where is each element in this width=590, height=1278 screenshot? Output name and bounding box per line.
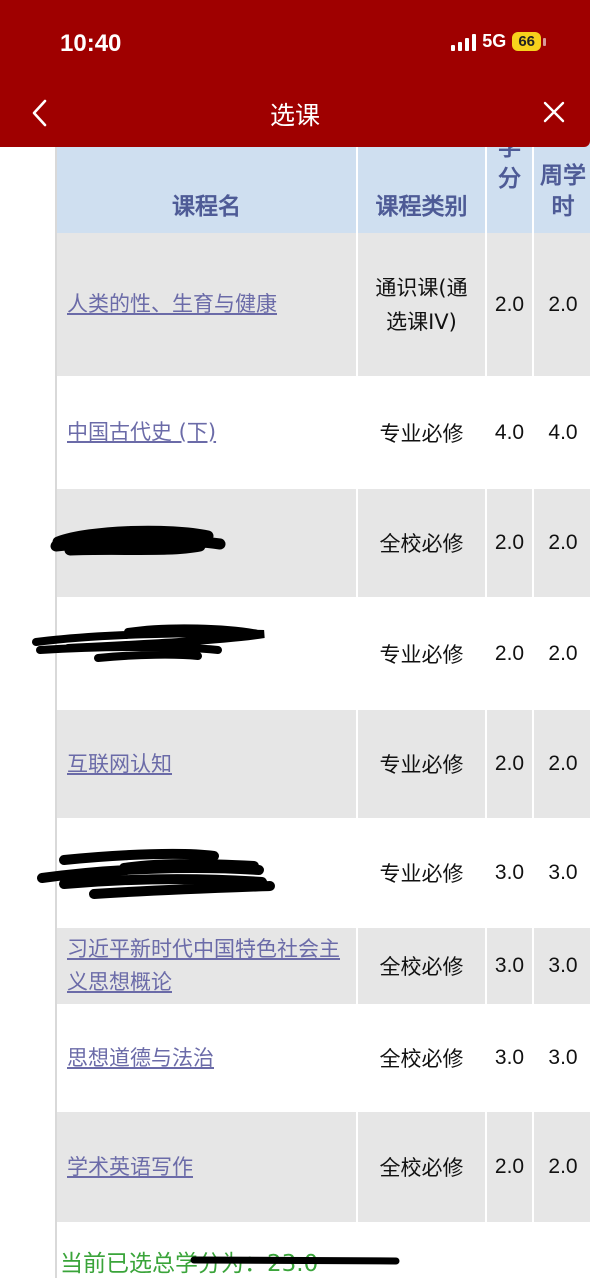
table-row-4-name xyxy=(57,600,356,707)
table-row-5-name: 互联网认知 xyxy=(57,710,356,818)
table-row-1-hours: 2.0 xyxy=(534,233,590,376)
table-row-3-name xyxy=(57,489,356,597)
total-credits-text: 当前已选总学分为：23.0 xyxy=(60,1251,319,1277)
table-row-8-name: 思想道德与法治 xyxy=(57,1007,356,1109)
table-row-6-category: 专业必修 xyxy=(358,821,485,925)
table-row-5-credits: 2.0 xyxy=(487,710,532,818)
table-row-3-credits: 2.0 xyxy=(487,489,532,597)
table-row-6-hours: 3.0 xyxy=(534,821,590,925)
table-row-3-category: 全校必修 xyxy=(358,489,485,597)
table-row-7-hours: 3.0 xyxy=(534,928,590,1004)
status-time: 10:40 xyxy=(60,30,122,57)
table-row-4-hours: 2.0 xyxy=(534,600,590,707)
table-row-2-hours: 4.0 xyxy=(534,379,590,486)
table-row-4-category: 专业必修 xyxy=(358,600,485,707)
table-row-1-credits: 2.0 xyxy=(487,233,532,376)
table-row-7-category: 全校必修 xyxy=(358,928,485,1004)
course-table: 课程名 课程类别 学分 周学时 人类的性、生育与健康 通识课(通选课IV) 2.… xyxy=(57,0,590,1222)
table-row-2-credits: 4.0 xyxy=(487,379,532,486)
table-row-8-credits: 3.0 xyxy=(487,1007,532,1109)
app-header: 10:40 5G 66 选课 xyxy=(0,0,590,147)
signal-icon xyxy=(451,33,477,51)
table-row-5-hours: 2.0 xyxy=(534,710,590,818)
table-row-9-credits: 2.0 xyxy=(487,1112,532,1222)
course-link[interactable]: 中国古代史 (下) xyxy=(67,416,216,449)
table-row-1-category: 通识课(通选课IV) xyxy=(358,233,485,376)
table-row-8-hours: 3.0 xyxy=(534,1007,590,1109)
course-link[interactable]: 习近平新时代中国特色社会主义思想概论 xyxy=(67,933,350,999)
table-row-9-category: 全校必修 xyxy=(358,1112,485,1222)
network-label: 5G xyxy=(482,31,507,51)
table-row-8-category: 全校必修 xyxy=(358,1007,485,1109)
status-indicators: 5G 66 xyxy=(451,31,546,52)
table-row-6-credits: 3.0 xyxy=(487,821,532,925)
battery-tip xyxy=(543,37,546,46)
battery-icon: 66 xyxy=(512,32,541,51)
close-icon[interactable] xyxy=(542,100,566,124)
table-row-5-category: 专业必修 xyxy=(358,710,485,818)
course-link[interactable]: 人类的性、生育与健康 xyxy=(67,288,277,321)
table-row-9-hours: 2.0 xyxy=(534,1112,590,1222)
page-title: 选课 xyxy=(269,101,320,130)
table-row-7-credits: 3.0 xyxy=(487,928,532,1004)
table-row-9-name: 学术英语写作 xyxy=(57,1112,356,1222)
course-link[interactable]: 学术英语写作 xyxy=(67,1151,193,1184)
table-row-1-name: 人类的性、生育与健康 xyxy=(57,233,356,376)
table-row-3-hours: 2.0 xyxy=(534,489,590,597)
course-link[interactable]: 思想道德与法治 xyxy=(67,1042,214,1075)
table-row-7-name: 习近平新时代中国特色社会主义思想概论 xyxy=(57,928,356,1004)
table-row-2-name: 中国古代史 (下) xyxy=(57,379,356,486)
table-row-6-name xyxy=(57,821,356,925)
table-row-2-category: 专业必修 xyxy=(358,379,485,486)
course-link[interactable]: 互联网认知 xyxy=(67,748,172,781)
table-row-4-credits: 2.0 xyxy=(487,600,532,707)
